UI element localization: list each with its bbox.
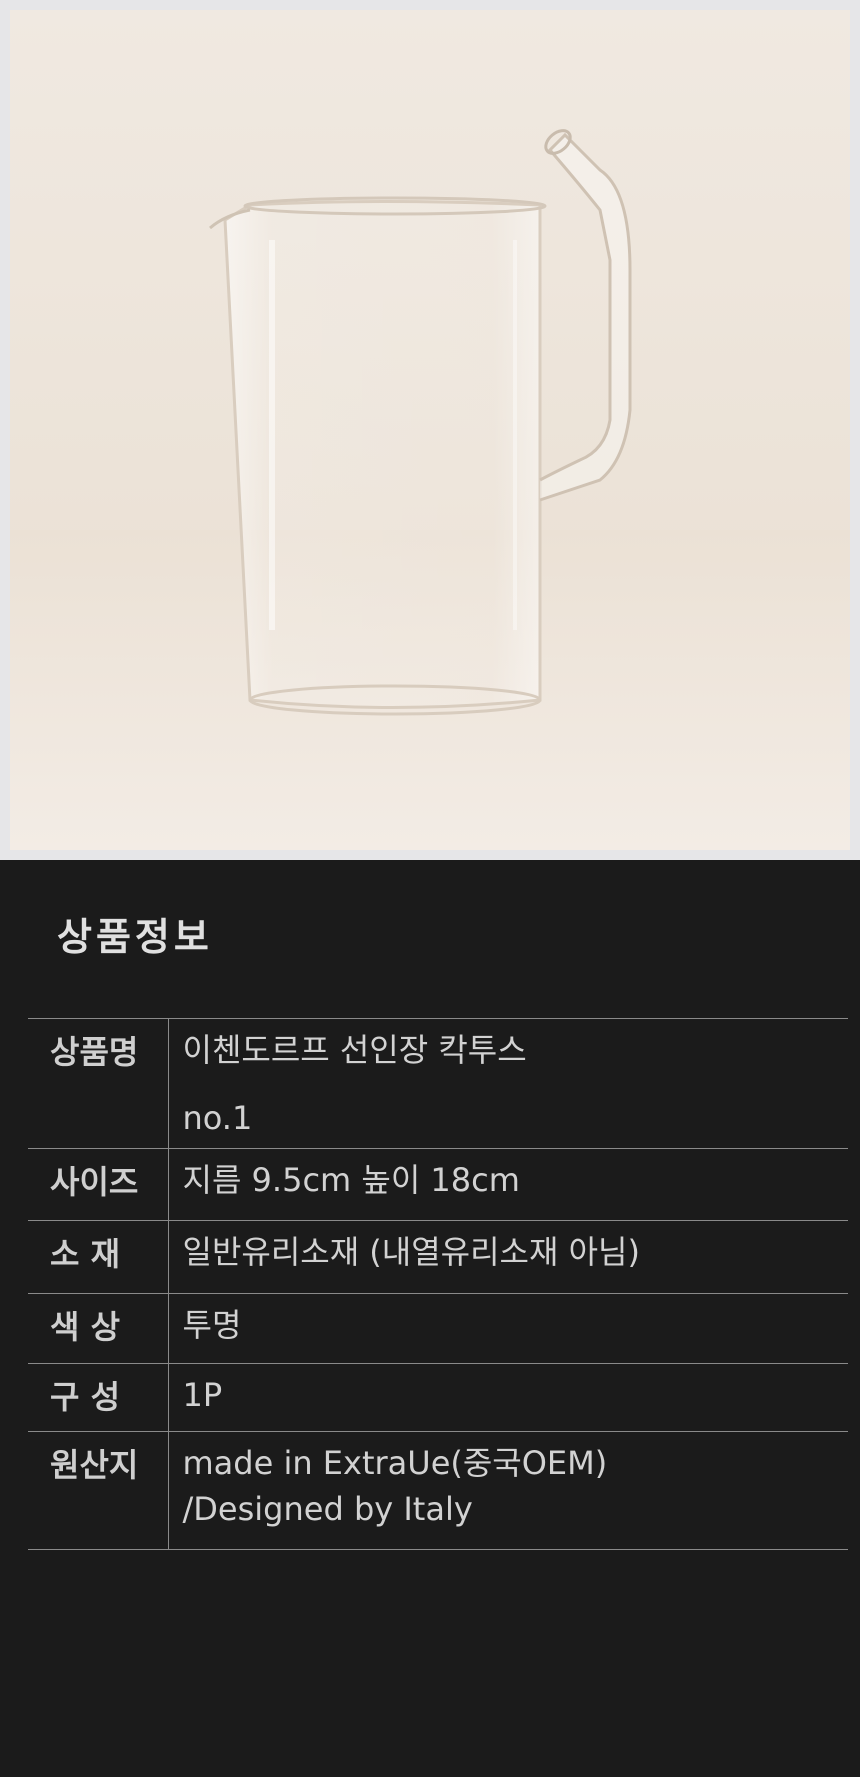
spec-value: 1P	[168, 1363, 848, 1432]
spec-label: 소 재	[28, 1220, 169, 1294]
spec-value: 이첸도르프 선인장 칵투스 no.1	[168, 1018, 848, 1149]
spec-row-color: 색 상 투명	[28, 1293, 848, 1364]
product-photo-frame	[0, 0, 860, 860]
spec-value-line: 이첸도르프 선인장 칵투스	[182, 1031, 527, 1069]
spec-value: 투명	[168, 1293, 848, 1364]
spec-value-line: made in ExtraUe(중국OEM)	[182, 1444, 608, 1482]
spec-value-line: 지름 9.5cm 높이 18cm	[182, 1161, 520, 1199]
section-title: 상품정보	[57, 915, 213, 959]
spec-label: 사이즈	[28, 1148, 169, 1221]
spec-value: made in ExtraUe(중국OEM) /Designed by Ital…	[168, 1431, 848, 1550]
spec-value-line: 투명	[182, 1306, 242, 1344]
spec-value-line: 일반유리소재 (내열유리소재 아님)	[182, 1233, 640, 1271]
spec-value: 지름 9.5cm 높이 18cm	[168, 1148, 848, 1221]
pitcher-handle	[539, 132, 632, 502]
spec-row-origin: 원산지 made in ExtraUe(중국OEM) /Designed by …	[28, 1431, 848, 1550]
spec-value-line: no.1	[182, 1099, 253, 1138]
spec-row-size: 사이즈 지름 9.5cm 높이 18cm	[28, 1148, 848, 1221]
spec-table: 상품명 이첸도르프 선인장 칵투스 no.1 사이즈 지름 9.5cm 높이 1…	[28, 1018, 848, 1550]
spec-label: 원산지	[28, 1431, 169, 1550]
glass-pitcher-illustration	[10, 129, 850, 850]
spec-label: 구 성	[28, 1363, 169, 1432]
spec-label: 상품명	[28, 1018, 169, 1149]
spec-value-line: /Designed by Italy	[182, 1490, 473, 1529]
spec-value: 일반유리소재 (내열유리소재 아님)	[168, 1220, 848, 1294]
spec-value-line: 1P	[182, 1376, 223, 1414]
product-photo	[10, 10, 850, 850]
spec-row-composition: 구 성 1P	[28, 1363, 848, 1432]
spec-row-product-name: 상품명 이첸도르프 선인장 칵투스 no.1	[28, 1018, 848, 1149]
spec-row-material: 소 재 일반유리소재 (내열유리소재 아님)	[28, 1220, 848, 1294]
spec-label: 색 상	[28, 1293, 169, 1364]
product-info-section: 상품정보 상품명 이첸도르프 선인장 칵투스 no.1 사이즈 지름 9.5cm…	[0, 860, 860, 1777]
